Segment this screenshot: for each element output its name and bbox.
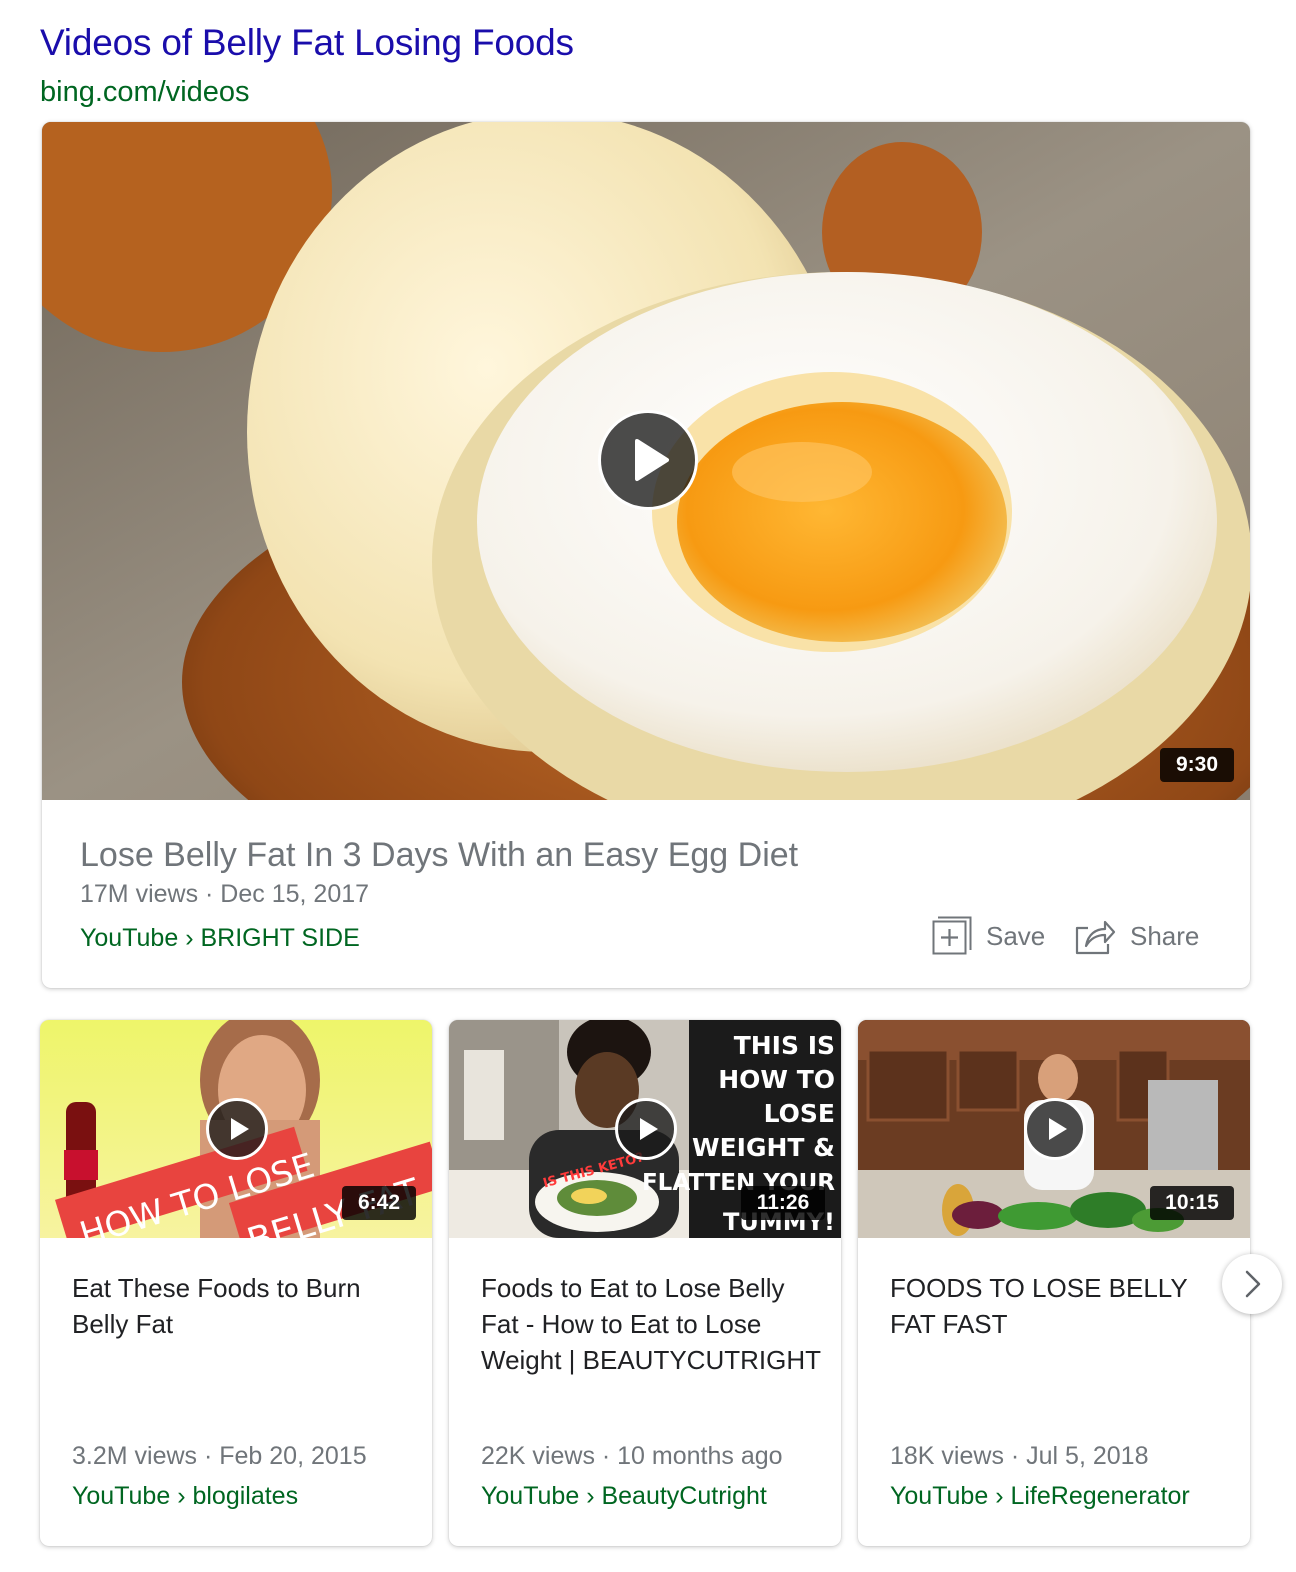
chevron-right-icon: [1245, 1270, 1261, 1298]
video-meta: 3.2M views · Feb 20, 2015: [72, 1442, 367, 1470]
video-source[interactable]: YouTube › BeautyCutright: [481, 1482, 767, 1511]
video-title[interactable]: FOODS TO LOSE BELLY FAT FAST: [890, 1270, 1230, 1342]
thumb-caption-4: WEIGHT &: [692, 1133, 835, 1162]
share-button[interactable]: Share: [1074, 914, 1199, 958]
video-thumbnail[interactable]: IS THIS KETO? THIS IS HOW TO LOSE WEIGHT…: [449, 1020, 841, 1238]
results-title[interactable]: Videos of Belly Fat Losing Foods: [40, 22, 574, 64]
video-thumbnail[interactable]: HOW TO LOSE BELLY FAT 6:42: [40, 1020, 432, 1238]
video-source[interactable]: YouTube › LifeRegenerator: [890, 1482, 1190, 1511]
play-icon: [640, 1118, 658, 1140]
share-label: Share: [1130, 920, 1200, 951]
video-card[interactable]: IS THIS KETO? THIS IS HOW TO LOSE WEIGHT…: [449, 1020, 841, 1546]
featured-video-meta: 17M views · Dec 15, 2017: [80, 880, 370, 908]
save-label: Save: [986, 920, 1046, 951]
duration-badge: 10:15: [1150, 1186, 1234, 1220]
duration-badge: 9:30: [1160, 748, 1234, 782]
featured-thumbnail[interactable]: 9:30: [42, 122, 1250, 800]
duration-badge: 6:42: [342, 1186, 416, 1220]
featured-video-source[interactable]: YouTube › BRIGHT SIDE: [80, 924, 360, 953]
video-title[interactable]: Foods to Eat to Lose Belly Fat - How to …: [481, 1270, 821, 1378]
play-button[interactable]: [206, 1098, 268, 1160]
video-thumbnail[interactable]: 10:15: [858, 1020, 1250, 1238]
next-button[interactable]: [1222, 1254, 1282, 1314]
thumb-caption-1: THIS IS: [734, 1031, 835, 1060]
play-icon: [231, 1118, 249, 1140]
save-button[interactable]: Save: [932, 914, 1045, 958]
thumb-caption-3: LOSE: [764, 1099, 835, 1128]
video-meta: 22K views · 10 months ago: [481, 1442, 783, 1470]
duration-badge: 11:26: [741, 1186, 825, 1220]
play-button[interactable]: [1024, 1098, 1086, 1160]
featured-video-card[interactable]: 9:30 Lose Belly Fat In 3 Days With an Ea…: [42, 122, 1250, 988]
video-source[interactable]: YouTube › blogilates: [72, 1482, 298, 1511]
play-button[interactable]: [615, 1098, 677, 1160]
thumb-caption-2: HOW TO: [718, 1065, 835, 1094]
save-icon: [932, 916, 972, 955]
share-icon: [1075, 920, 1116, 955]
play-icon: [1049, 1118, 1067, 1140]
video-title[interactable]: Eat These Foods to Burn Belly Fat: [72, 1270, 412, 1342]
results-url: bing.com/videos: [40, 76, 250, 108]
play-button[interactable]: [598, 410, 698, 510]
featured-video-title[interactable]: Lose Belly Fat In 3 Days With an Easy Eg…: [80, 836, 798, 875]
play-icon: [635, 439, 669, 481]
video-card[interactable]: HOW TO LOSE BELLY FAT 6:42 Eat These Foo…: [40, 1020, 432, 1546]
video-meta: 18K views · Jul 5, 2018: [890, 1442, 1149, 1470]
video-card[interactable]: 10:15 FOODS TO LOSE BELLY FAT FAST 18K v…: [858, 1020, 1250, 1546]
